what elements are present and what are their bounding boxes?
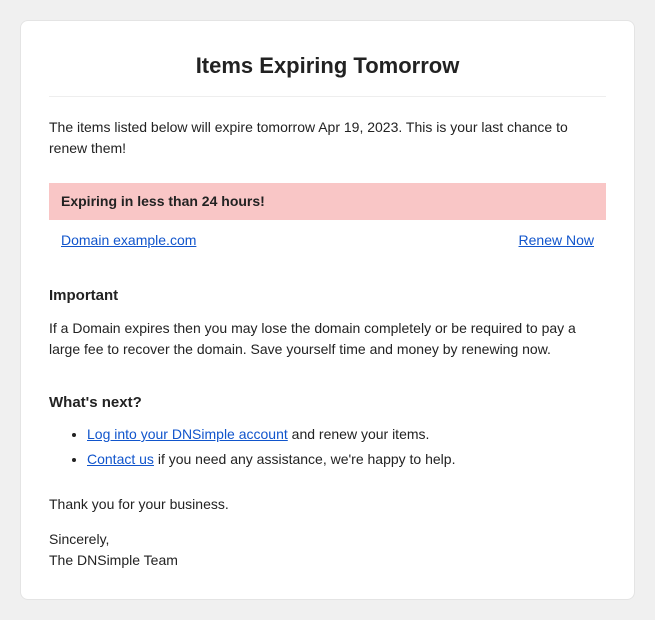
domain-link[interactable]: Domain example.com [61, 230, 196, 251]
email-card: Items Expiring Tomorrow The items listed… [20, 20, 635, 600]
whats-next-heading: What's next? [49, 392, 606, 415]
item-row: Domain example.com Renew Now [49, 220, 606, 255]
important-heading: Important [49, 285, 606, 308]
renew-now-link[interactable]: Renew Now [519, 230, 594, 251]
divider [49, 96, 606, 97]
contact-link[interactable]: Contact us [87, 451, 154, 467]
login-link[interactable]: Log into your DNSimple account [87, 426, 288, 442]
page-title: Items Expiring Tomorrow [49, 49, 606, 82]
intro-text: The items listed below will expire tomor… [49, 117, 606, 159]
list-item-text: and renew your items. [288, 426, 430, 442]
list-item: Contact us if you need any assistance, w… [87, 449, 606, 470]
list-item: Log into your DNSimple account and renew… [87, 424, 606, 445]
important-body: If a Domain expires then you may lose th… [49, 318, 606, 360]
signoff-line2: The DNSimple Team [49, 550, 606, 571]
expiry-alert: Expiring in less than 24 hours! [49, 183, 606, 220]
list-item-text: if you need any assistance, we're happy … [154, 451, 456, 467]
thanks: Thank you for your business. [49, 494, 606, 515]
next-steps-list: Log into your DNSimple account and renew… [49, 424, 606, 470]
